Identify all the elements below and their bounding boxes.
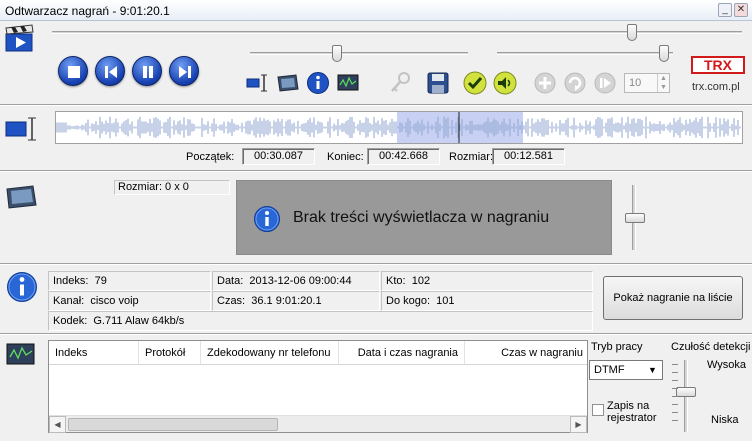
display-message: Brak treści wyświetlacza w nagraniu — [293, 209, 550, 226]
time-value: 36.1 9:01:20.1 — [251, 295, 322, 307]
scroll-right-icon[interactable]: ▶ — [570, 416, 587, 433]
scrollbar-thumb[interactable] — [68, 418, 278, 431]
dtmf-section-icon — [5, 340, 37, 368]
column-header-index[interactable]: Indeks — [49, 341, 139, 365]
waveform-toggle-icon[interactable] — [246, 71, 270, 95]
mode-select[interactable]: DTMF ▼ — [589, 360, 663, 380]
info-icon — [253, 205, 281, 233]
position-slider-thumb[interactable] — [626, 24, 637, 41]
record-label: Zapis na rejestrator — [607, 400, 657, 424]
stop-icon — [68, 66, 80, 78]
column-header-time-in-recording[interactable]: Czas w nagraniu — [465, 341, 587, 365]
date-field: Data: 2013-12-06 09:00:44 — [212, 271, 380, 291]
sensitivity-slider-thumb[interactable] — [676, 387, 696, 397]
time-field: Czas: 36.1 9:01:20.1 — [212, 291, 380, 311]
channel-value: cisco voip — [90, 295, 139, 307]
end-value: 00:42.668 — [367, 148, 440, 165]
volume-slider-track[interactable] — [250, 52, 468, 55]
display-area: Brak treści wyświetlacza w nagraniu — [236, 180, 612, 255]
mode-label: Tryb pracy — [591, 341, 643, 353]
waveform-section-icon — [5, 115, 39, 143]
pause-icon — [143, 66, 153, 78]
start-value: 00:30.087 — [242, 148, 315, 165]
end-label: Koniec: — [327, 151, 364, 163]
record-checkbox[interactable] — [592, 404, 604, 416]
codec-value: G.711 Alaw 64kb/s — [93, 315, 185, 327]
position-slider-track[interactable] — [52, 31, 742, 34]
column-header-decoded-number[interactable]: Zdekodowany nr telefonu — [201, 341, 339, 365]
sensitivity-ticks — [672, 364, 678, 428]
show-on-list-button[interactable]: Pokaż nagranie na liście — [603, 276, 743, 320]
spinner-arrows-icon[interactable]: ▲ ▼ — [657, 74, 669, 92]
scroll-left-icon[interactable]: ◀ — [49, 416, 66, 433]
section-separator — [0, 170, 752, 172]
section-separator — [0, 333, 752, 335]
display-slider-thumb[interactable] — [625, 212, 645, 223]
column-header-datetime[interactable]: Data i czas nagrania — [339, 341, 465, 365]
sensitivity-label: Czułość detekcji — [671, 341, 751, 353]
minimize-button[interactable]: _ — [718, 3, 732, 17]
info-section-icon — [6, 271, 38, 303]
add-icon[interactable] — [533, 71, 557, 95]
player-icon — [4, 24, 36, 54]
title-bar: Odtwarzacz nagrań - 9:01:20.1 _ ✕ — [0, 0, 752, 21]
key-icon[interactable] — [388, 71, 412, 95]
skip-back-icon — [105, 66, 117, 78]
save-icon[interactable] — [426, 71, 450, 95]
repeat-icon[interactable] — [563, 71, 587, 95]
display-toggle-icon[interactable] — [276, 71, 300, 95]
balance-slider-track[interactable] — [497, 52, 673, 55]
channel-field: Kanał: cisco voip — [48, 291, 211, 311]
column-header-protocol[interactable]: Protokół — [139, 341, 201, 365]
pause-button[interactable] — [132, 56, 162, 86]
chevron-down-icon: ▼ — [648, 365, 657, 375]
to-value: 101 — [436, 295, 455, 307]
size-label: Rozmiar: — [449, 151, 494, 163]
display-size-field: Rozmiar: 0 x 0 — [114, 180, 230, 195]
from-value: 102 — [411, 275, 431, 287]
display-section-icon — [5, 183, 39, 211]
info-toggle-icon[interactable] — [306, 71, 330, 95]
display-size-text: Rozmiar: 0 x 0 — [118, 181, 189, 193]
skip-forward-icon — [179, 66, 191, 78]
speaker-icon[interactable] — [493, 71, 517, 95]
sensitivity-high-label: Wysoka — [707, 359, 747, 371]
dtmf-table[interactable]: Indeks Protokół Zdekodowany nr telefonu … — [48, 340, 588, 433]
section-separator — [0, 263, 752, 265]
index-field: Indeks: 79 — [48, 271, 211, 291]
window-title: Odtwarzacz nagrań - 9:01:20.1 — [5, 4, 170, 18]
size-value: 00:12.581 — [492, 148, 565, 165]
to-field: Do kogo: 101 — [381, 291, 593, 311]
mode-select-value: DTMF — [594, 364, 625, 376]
stop-button[interactable] — [58, 56, 88, 86]
website-label: trx.com.pl — [692, 81, 740, 93]
close-button[interactable]: ✕ — [734, 3, 748, 17]
next-button[interactable] — [169, 56, 199, 86]
previous-button[interactable] — [95, 56, 125, 86]
index-value: 79 — [94, 275, 107, 287]
play-step-icon[interactable] — [593, 71, 617, 95]
codec-field: Kodek: G.711 Alaw 64kb/s — [48, 311, 593, 331]
sensitivity-low-label: Niska — [711, 414, 739, 426]
repeat-count-value: 10 — [629, 77, 642, 89]
volume-slider-thumb[interactable] — [332, 45, 343, 62]
date-value: 2013-12-06 09:00:44 — [249, 275, 352, 287]
trx-logo: TRX — [690, 54, 746, 76]
svg-text:TRX: TRX — [704, 57, 733, 73]
waveform-view[interactable] — [55, 111, 743, 144]
table-horizontal-scrollbar[interactable]: ◀ ▶ — [49, 415, 587, 433]
balance-slider-thumb[interactable] — [659, 45, 670, 62]
start-label: Początek: — [186, 151, 235, 163]
dtmf-toggle-icon[interactable] — [336, 71, 360, 95]
section-separator — [0, 104, 752, 106]
repeat-count-spinner[interactable]: 10 ▲ ▼ — [624, 73, 670, 93]
confirm-icon[interactable] — [463, 71, 487, 95]
from-field: Kto: 102 — [381, 271, 593, 291]
